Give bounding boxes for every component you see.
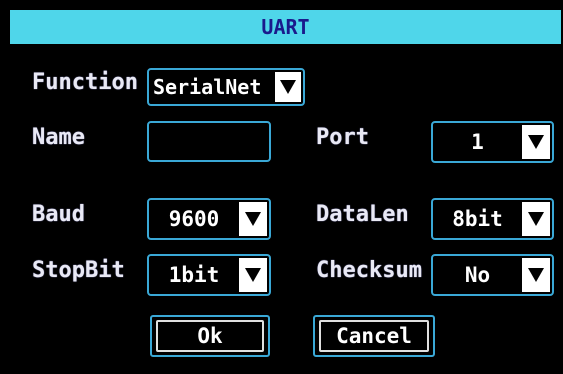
port-value: 1 bbox=[471, 130, 484, 154]
cancel-button-label: Cancel bbox=[336, 324, 412, 348]
checksum-label: Checksum bbox=[316, 258, 422, 283]
triangle-down-icon[interactable] bbox=[275, 72, 301, 102]
dialog-title: UART bbox=[10, 10, 561, 44]
baud-value: 9600 bbox=[168, 207, 220, 231]
ok-button-label: Ok bbox=[197, 324, 223, 348]
name-input[interactable] bbox=[147, 121, 271, 162]
ok-button[interactable]: Ok bbox=[150, 315, 270, 357]
stopbit-value: 1bit bbox=[168, 263, 220, 287]
port-select[interactable]: 1 bbox=[431, 121, 554, 163]
datalen-label: DataLen bbox=[316, 202, 409, 227]
cancel-button[interactable]: Cancel bbox=[313, 315, 435, 357]
triangle-down-icon[interactable] bbox=[522, 125, 550, 159]
checksum-select[interactable]: No bbox=[431, 254, 554, 296]
stopbit-label: StopBit bbox=[32, 258, 125, 283]
port-label: Port bbox=[316, 125, 369, 150]
baud-label: Baud bbox=[32, 202, 85, 227]
name-label: Name bbox=[32, 125, 85, 150]
function-select[interactable]: SerialNet bbox=[147, 68, 305, 106]
checksum-value: No bbox=[464, 263, 491, 287]
datalen-select[interactable]: 8bit bbox=[431, 198, 554, 240]
triangle-down-icon[interactable] bbox=[239, 202, 267, 236]
triangle-down-icon[interactable] bbox=[239, 258, 267, 292]
function-label: Function bbox=[32, 70, 138, 95]
stopbit-select[interactable]: 1bit bbox=[147, 254, 271, 296]
uart-dialog: UART Function SerialNet Name Port 1 Baud… bbox=[0, 0, 563, 374]
baud-select[interactable]: 9600 bbox=[147, 198, 271, 240]
triangle-down-icon[interactable] bbox=[522, 258, 550, 292]
datalen-value: 8bit bbox=[452, 207, 503, 231]
triangle-down-icon[interactable] bbox=[522, 202, 550, 236]
function-value: SerialNet bbox=[153, 75, 262, 99]
